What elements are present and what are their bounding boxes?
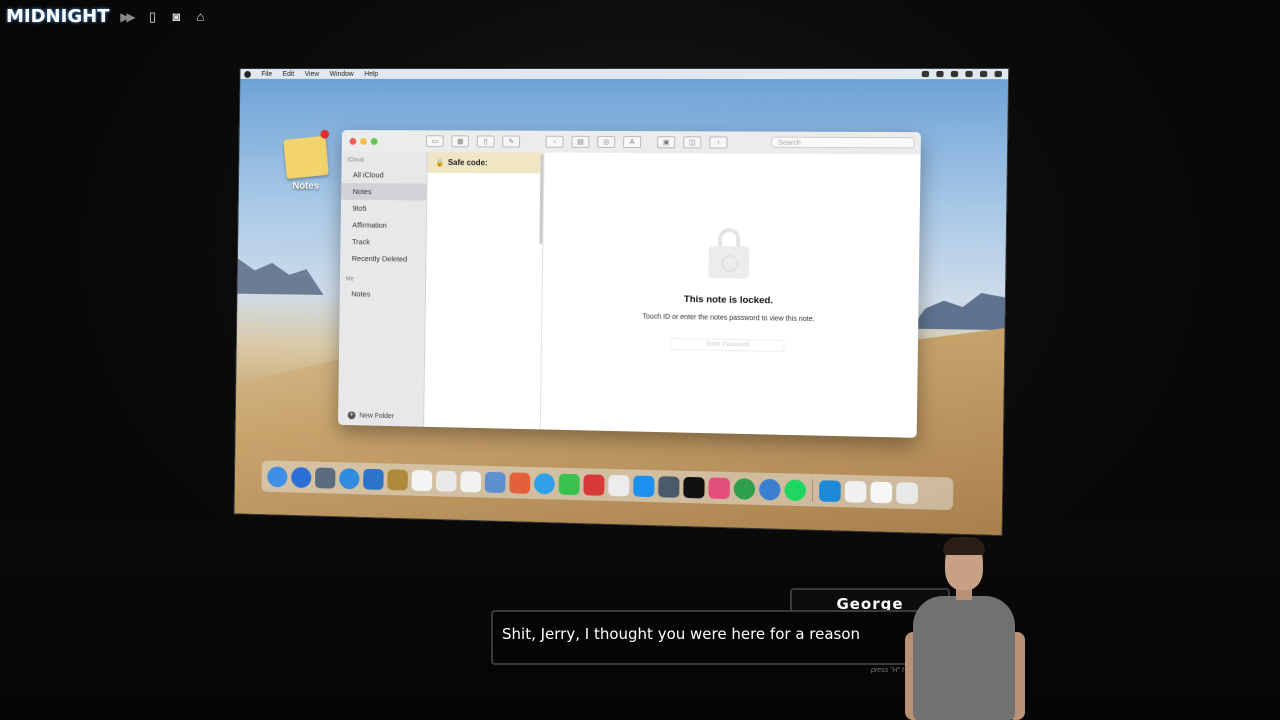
plus-icon: + xyxy=(348,411,356,419)
dock-app-icon[interactable] xyxy=(509,472,530,493)
dock-app-icon[interactable] xyxy=(734,478,756,500)
zoom-button[interactable] xyxy=(371,137,378,144)
dock-app-icon[interactable] xyxy=(291,466,311,487)
dock-app-icon[interactable] xyxy=(315,467,335,488)
note-detail: This note is locked. Touch ID or enter t… xyxy=(541,153,921,438)
sidebar-item-affirmation[interactable]: Affirmation xyxy=(341,217,426,235)
dock-app-icon[interactable] xyxy=(559,473,580,494)
gallery-view-icon[interactable]: ▦ xyxy=(451,135,469,147)
minimize-button[interactable] xyxy=(360,137,367,144)
search-icon[interactable] xyxy=(965,71,972,77)
bag-icon[interactable]: ◙ xyxy=(167,8,185,26)
sidebar-item-me-notes[interactable]: Notes xyxy=(340,285,425,303)
hide-hint: press "H" t xyxy=(871,667,904,674)
dock-app-icon[interactable] xyxy=(658,476,679,498)
dock-app-icon[interactable] xyxy=(819,480,841,502)
sidebar-toggle-icon[interactable]: ▭ xyxy=(426,135,444,147)
dock-app-icon[interactable] xyxy=(460,471,481,492)
lock-toolbar-icon[interactable]: ▫ xyxy=(546,136,564,148)
dialogue-text: Shit, Jerry, I thought you were here for… xyxy=(502,625,944,643)
dock-app-icon[interactable] xyxy=(534,473,555,494)
sidebar-section-me: Me xyxy=(346,277,425,284)
dock-app-icon[interactable] xyxy=(267,466,287,487)
locked-subtitle: Touch ID or enter the notes password to … xyxy=(633,312,825,324)
siri-icon[interactable] xyxy=(980,71,987,77)
pin-icon xyxy=(320,129,329,139)
dock-app-icon[interactable] xyxy=(485,471,506,492)
password-field[interactable]: Enter Password xyxy=(671,338,784,352)
lock-icon: 🔒 xyxy=(435,159,444,167)
dock-app-icon[interactable] xyxy=(363,468,384,489)
desktop-icon-label: Notes xyxy=(279,181,333,192)
mac-menubar: File Edit View Window Help xyxy=(240,69,1008,79)
desktop-notes-icon[interactable]: Notes xyxy=(279,138,333,192)
dock-app-icon[interactable] xyxy=(759,478,781,500)
game-logo: MIDNIGHT xyxy=(6,6,109,27)
menu-edit[interactable]: Edit xyxy=(283,71,295,78)
character-george xyxy=(905,540,1025,720)
dock-app-icon[interactable] xyxy=(583,474,604,496)
compose-icon[interactable]: ✎ xyxy=(502,136,520,148)
search-placeholder: Search xyxy=(778,140,801,147)
dock-separator xyxy=(812,479,813,501)
menu-help[interactable]: Help xyxy=(364,71,378,78)
sidebar-item-notes[interactable]: Notes xyxy=(341,183,426,200)
dock-app-icon[interactable] xyxy=(845,480,867,502)
note-list-item[interactable]: 🔒 Safe code: xyxy=(428,152,544,173)
menu-list-icon[interactable] xyxy=(995,71,1002,77)
sidebar-section-icloud: iCloud xyxy=(347,158,426,164)
format-icon[interactable]: A xyxy=(623,136,641,148)
collaborate-icon[interactable]: ◫ xyxy=(683,136,701,148)
sidebar-item-9to5[interactable]: 9to5 xyxy=(341,200,426,217)
new-folder-label: New Folder xyxy=(359,412,394,420)
mountain-right xyxy=(911,288,1005,330)
status-icon[interactable] xyxy=(936,71,943,77)
dialogue-box[interactable]: Shit, Jerry, I thought you were here for… xyxy=(491,610,946,665)
menu-file[interactable]: File xyxy=(261,71,272,78)
trash-icon[interactable]: ▯ xyxy=(477,135,495,147)
notes-list: 🔒 Safe code: xyxy=(424,152,544,429)
skip-icon[interactable]: ▶▶ xyxy=(115,8,137,26)
dock-app-icon[interactable] xyxy=(708,477,729,499)
sidebar-item-recently-deleted[interactable]: Recently Deleted xyxy=(340,250,425,268)
dock-app-icon[interactable] xyxy=(683,476,704,498)
dock-app-icon[interactable] xyxy=(633,475,654,497)
dock-app-icon[interactable] xyxy=(387,469,408,490)
checklist-icon[interactable]: ◎ xyxy=(597,136,615,148)
dock-app-icon[interactable] xyxy=(784,479,806,501)
media-icon[interactable]: ▣ xyxy=(657,136,675,148)
notes-sidebar: iCloud All iCloud Notes 9to5 Affirmation… xyxy=(338,152,428,427)
computer-screen: File Edit View Window Help Notes ▭ ▦ ▯ ✎… xyxy=(233,68,1009,536)
inbox-icon[interactable]: ⌂ xyxy=(191,8,209,26)
search-input[interactable]: Search xyxy=(771,137,915,149)
game-hud: MIDNIGHT ▶▶ ▯ ◙ ⌂ xyxy=(6,6,209,27)
locked-title: This note is locked. xyxy=(542,292,918,308)
share-icon[interactable]: ↑ xyxy=(709,136,727,148)
phone-icon[interactable]: ▯ xyxy=(143,8,161,26)
menubar-status xyxy=(922,69,1002,79)
menu-window[interactable]: Window xyxy=(330,71,354,78)
dock-app-icon[interactable] xyxy=(339,468,360,489)
window-controls xyxy=(350,137,378,144)
dock-app-icon[interactable] xyxy=(870,481,892,503)
status-icon[interactable] xyxy=(922,71,929,77)
note-paper-icon xyxy=(283,136,328,179)
dock-app-icon[interactable] xyxy=(436,470,457,491)
close-button[interactable] xyxy=(350,137,357,144)
password-placeholder: Enter Password xyxy=(706,342,749,349)
sidebar-item-track[interactable]: Track xyxy=(340,233,425,251)
dock-app-icon[interactable] xyxy=(412,469,433,490)
wifi-icon[interactable] xyxy=(951,71,958,77)
mountain-left xyxy=(237,255,324,295)
dock-app-icon[interactable] xyxy=(896,482,918,504)
large-lock-icon xyxy=(708,228,749,281)
notes-window: ▭ ▦ ▯ ✎ ▫ ▤ ◎ A ▣ ◫ ↑ Search iCloud All … xyxy=(338,130,921,438)
menu-view[interactable]: View xyxy=(305,71,320,78)
apple-icon[interactable] xyxy=(244,71,251,78)
dock-app-icon[interactable] xyxy=(608,474,629,496)
new-folder-button[interactable]: + New Folder xyxy=(348,411,394,420)
sidebar-item-all-icloud[interactable]: All iCloud xyxy=(341,166,426,183)
note-title: Safe code: xyxy=(448,158,488,167)
table-icon[interactable]: ▤ xyxy=(571,136,589,148)
